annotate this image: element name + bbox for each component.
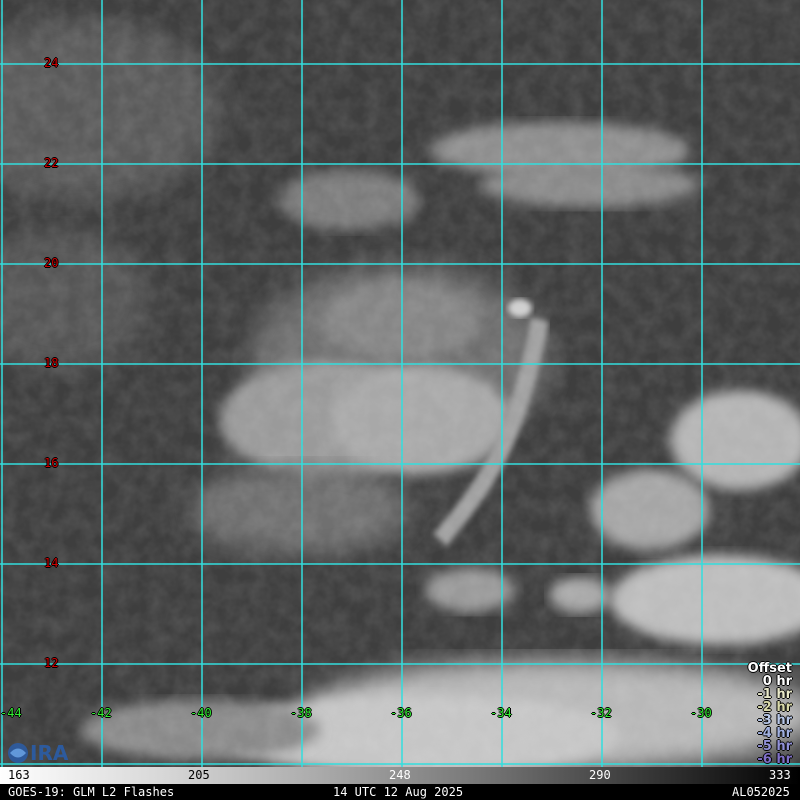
lon-label: -36 (390, 706, 412, 720)
storm-id-label: AL052025 (732, 785, 790, 799)
offset-legend: Offset 0 hr -1 hr -2 hr -3 hr -4 hr -5 h… (748, 662, 792, 766)
svg-text:IRA: IRA (30, 741, 69, 765)
lat-label: 12 (44, 656, 59, 670)
lat-label: 24 (44, 56, 59, 70)
lat-label: 14 (44, 556, 59, 570)
lon-label: -44 (0, 706, 22, 720)
colorbar-tick: 290 (589, 768, 611, 782)
lon-label: -38 (290, 706, 312, 720)
colorbar-tick: 333 (769, 768, 791, 782)
colorbar-tick: 163 (8, 768, 30, 782)
info-footer: GOES-19: GLM L2 Flashes 14 UTC 12 Aug 20… (0, 784, 800, 800)
satellite-viewer: 24 22 20 18 16 14 12 -44 -42 -40 -38 -36… (0, 0, 800, 800)
timestamp-label: 14 UTC 12 Aug 2025 (333, 785, 464, 799)
satellite-product-label: GOES-19: GLM L2 Flashes (8, 785, 175, 799)
lon-label: -30 (690, 706, 712, 720)
lon-label: -42 (90, 706, 112, 720)
legend-item: -6 hr (757, 752, 792, 767)
colorbar-tick: 248 (389, 768, 411, 782)
cira-logo-icon: IRA (8, 741, 69, 765)
colorbar-tick: 205 (188, 768, 210, 782)
lat-label: 22 (44, 156, 59, 170)
lat-label: 16 (44, 456, 59, 470)
lat-label: 18 (44, 356, 59, 370)
lon-label: -32 (590, 706, 612, 720)
lat-label: 20 (44, 256, 59, 270)
lon-label: -40 (190, 706, 212, 720)
lat-lon-grid (0, 0, 800, 767)
lon-label: -34 (490, 706, 512, 720)
